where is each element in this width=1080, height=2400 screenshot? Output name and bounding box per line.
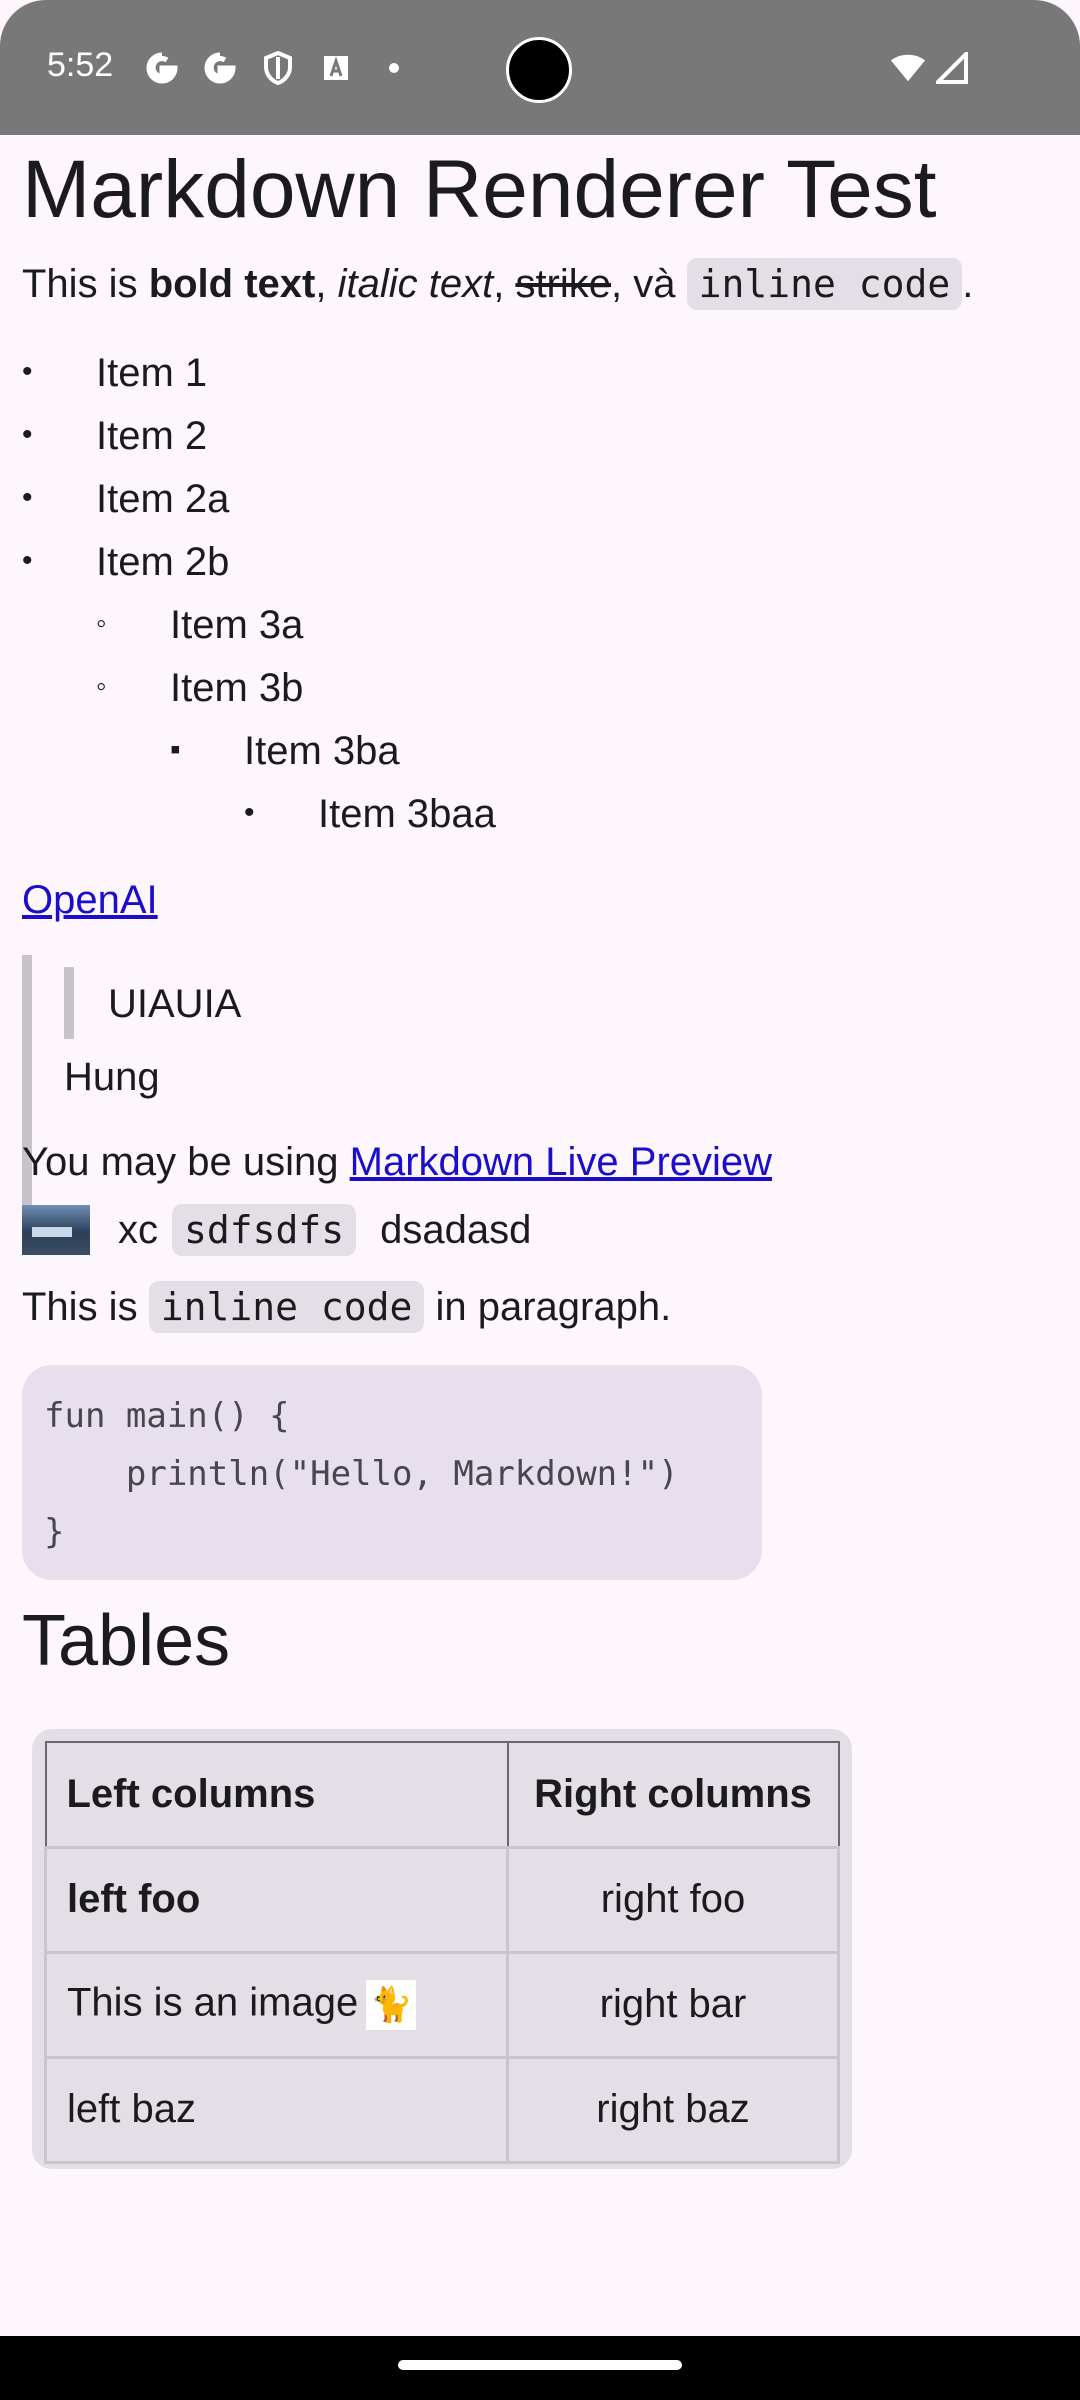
- inline-code: sdfsdfs: [172, 1204, 357, 1256]
- cat-image-icon: 🐈: [366, 1979, 417, 2030]
- text: dsadasd: [380, 1207, 532, 1252]
- strike-text: strike: [515, 262, 612, 306]
- code-block: fun main() { println("Hello, Markdown!")…: [22, 1365, 762, 1580]
- list-item: Item 2b: [96, 540, 230, 584]
- text: , và: [611, 262, 687, 306]
- google-icon: [202, 50, 238, 86]
- nested-blockquote-bar: [64, 967, 74, 1039]
- table-cell: right bar: [506, 1950, 840, 2059]
- markdown-live-preview-link[interactable]: Markdown Live Preview: [350, 1140, 772, 1184]
- text: .: [962, 262, 974, 306]
- status-time: 5:52: [47, 46, 114, 84]
- home-handle[interactable]: [398, 2360, 682, 2370]
- inline-code: inline code: [148, 1281, 425, 1333]
- bullet: ▪: [170, 733, 181, 766]
- table-header-row: Left columns Right columns: [44, 1741, 840, 1848]
- table-cell-text: This is an image: [67, 1980, 359, 2025]
- bullet: •: [22, 418, 33, 451]
- list-item: Item 2a: [96, 477, 230, 521]
- inline-code-paragraph: This is inline code in paragraph.: [22, 1281, 672, 1333]
- bullet: •: [22, 544, 33, 577]
- inline-image: [22, 1205, 90, 1255]
- signal-icon: [934, 50, 970, 86]
- text: This is: [22, 1285, 149, 1329]
- openai-link[interactable]: OpenAI: [22, 878, 158, 923]
- formatting-paragraph: This is bold text, italic text, strike, …: [22, 258, 974, 310]
- table-cell: left foo: [44, 1845, 509, 1954]
- bullet: •: [244, 796, 255, 829]
- list-item: Item 3a: [170, 603, 304, 647]
- notification-icons: [144, 50, 412, 86]
- accessibility-icon: [318, 50, 354, 86]
- table-row: left baz right baz: [44, 2055, 840, 2164]
- text: ,: [315, 262, 338, 306]
- table-cell: right foo: [506, 1845, 840, 1954]
- nested-blockquote-text: UIAUIA: [108, 982, 242, 1026]
- bullet: •: [22, 481, 33, 514]
- text: This is: [22, 262, 149, 306]
- list-item: Item 3baa: [318, 792, 496, 836]
- text: xc: [118, 1207, 158, 1252]
- list-item: Item 1: [96, 351, 208, 395]
- table-row: left foo right foo: [44, 1845, 840, 1954]
- system-icons: [890, 50, 970, 86]
- table: Left columns Right columns left foo righ…: [44, 1741, 840, 2164]
- shield-icon: [260, 50, 296, 86]
- text: in paragraph.: [424, 1285, 672, 1329]
- column-header-left: Left columns: [44, 1741, 509, 1848]
- status-bar: 5:52: [0, 0, 1080, 135]
- table-cell: right baz: [506, 2055, 840, 2164]
- table-cell: This is an image 🐈: [44, 1950, 509, 2059]
- column-header-right: Right columns: [506, 1741, 840, 1848]
- italic-text: italic text: [337, 262, 494, 306]
- list-item: Item 3b: [170, 666, 304, 710]
- table-cell: left baz: [44, 2055, 509, 2164]
- blockquote-text: Hung: [64, 1055, 160, 1099]
- text: You may be using: [22, 1140, 350, 1184]
- bullet: ◦: [96, 607, 107, 640]
- wifi-icon: [890, 50, 926, 86]
- tables-heading: Tables: [22, 1601, 231, 1681]
- camera-cutout: [506, 37, 572, 103]
- text: ,: [493, 262, 516, 306]
- table-row: This is an image 🐈 right bar: [44, 1950, 840, 2059]
- markdown-table: Left columns Right columns left foo righ…: [32, 1729, 852, 2169]
- dot-icon: [376, 50, 412, 86]
- page-title: Markdown Renderer Test: [22, 144, 937, 235]
- bullet: ◦: [96, 670, 107, 703]
- image-paragraph: xc sdfsdfs dsadasd: [22, 1204, 531, 1256]
- list-item: Item 2: [96, 414, 208, 458]
- bullet: •: [22, 355, 33, 388]
- bold-text: bold text: [148, 262, 316, 306]
- preview-paragraph: You may be using Markdown Live Preview: [22, 1140, 772, 1185]
- google-icon: [144, 50, 180, 86]
- inline-code: inline code: [686, 258, 963, 310]
- list-item: Item 3ba: [244, 729, 400, 773]
